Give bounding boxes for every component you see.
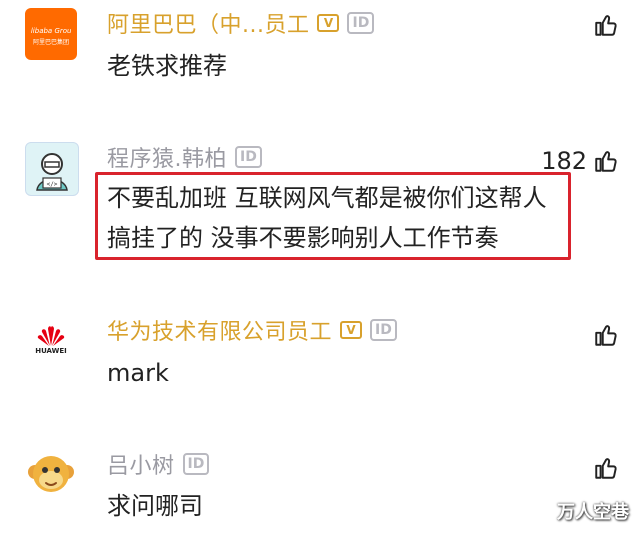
- author-name[interactable]: 吕小树: [107, 448, 175, 480]
- author-name[interactable]: 华为技术有限公司员工: [107, 314, 332, 346]
- id-badge: ID: [235, 146, 262, 168]
- avatar-text: HUAWEI: [35, 347, 67, 355]
- huawei-logo-icon: [37, 326, 65, 346]
- author-row: 吕小树 ID: [107, 448, 210, 480]
- comment-item: HUAWEI 华为技术有限公司员工 V ID mark: [0, 310, 641, 420]
- thumbs-up-icon: [595, 325, 617, 346]
- id-badge: ID: [347, 12, 375, 34]
- watermark: 万人空巷: [557, 502, 629, 523]
- avatar[interactable]: Alibaba Group 阿里巴巴集团: [25, 8, 77, 60]
- author-name[interactable]: 程序猿.韩柏: [107, 141, 227, 173]
- svg-text:Alibaba Group: Alibaba Group: [31, 27, 71, 35]
- thumbs-up-icon: [595, 15, 617, 36]
- id-badge: ID: [370, 319, 397, 341]
- verified-badge-icon: V: [340, 321, 363, 339]
- author-name[interactable]: 阿里巴巴（中...员工: [107, 7, 309, 39]
- comment-line: 老铁求推荐: [107, 52, 227, 80]
- like-button[interactable]: 182: [541, 147, 619, 175]
- like-button[interactable]: [587, 322, 619, 348]
- comment-text: mark: [107, 353, 169, 393]
- like-count: 182: [541, 147, 587, 175]
- id-badge: ID: [182, 453, 210, 475]
- programmer-avatar-icon: </>: [36, 153, 68, 191]
- comment-text: 求问哪司: [107, 486, 203, 526]
- comment-item: 吕小树 ID 求问哪司: [0, 443, 641, 536]
- author-row: 阿里巴巴（中...员工 V ID: [107, 7, 375, 39]
- avatar[interactable]: [25, 448, 77, 500]
- comment-line: 求问哪司: [107, 492, 203, 520]
- avatar-subtext: 阿里巴巴集团: [32, 38, 69, 46]
- highlight-box: [95, 172, 571, 260]
- monkey-avatar-icon: [28, 456, 74, 492]
- avatar[interactable]: HUAWEI: [25, 314, 77, 366]
- like-button[interactable]: [587, 455, 619, 481]
- thumbs-up-icon: [595, 151, 617, 172]
- comment-line: mark: [107, 359, 169, 387]
- svg-text:</>: </>: [47, 181, 58, 188]
- alibaba-group-logo-icon: Alibaba Group: [31, 27, 71, 35]
- author-row: 程序猿.韩柏 ID: [107, 142, 262, 172]
- like-button[interactable]: [587, 12, 619, 38]
- verified-badge-icon: V: [317, 14, 340, 32]
- author-row: 华为技术有限公司员工 V ID: [107, 315, 397, 345]
- comment-text: 老铁求推荐: [107, 46, 227, 86]
- avatar[interactable]: </>: [25, 142, 79, 196]
- thumbs-up-icon: [595, 458, 617, 479]
- comment-item: Alibaba Group 阿里巴巴集团 阿里巴巴（中...员工 V ID 老铁…: [0, 0, 641, 110]
